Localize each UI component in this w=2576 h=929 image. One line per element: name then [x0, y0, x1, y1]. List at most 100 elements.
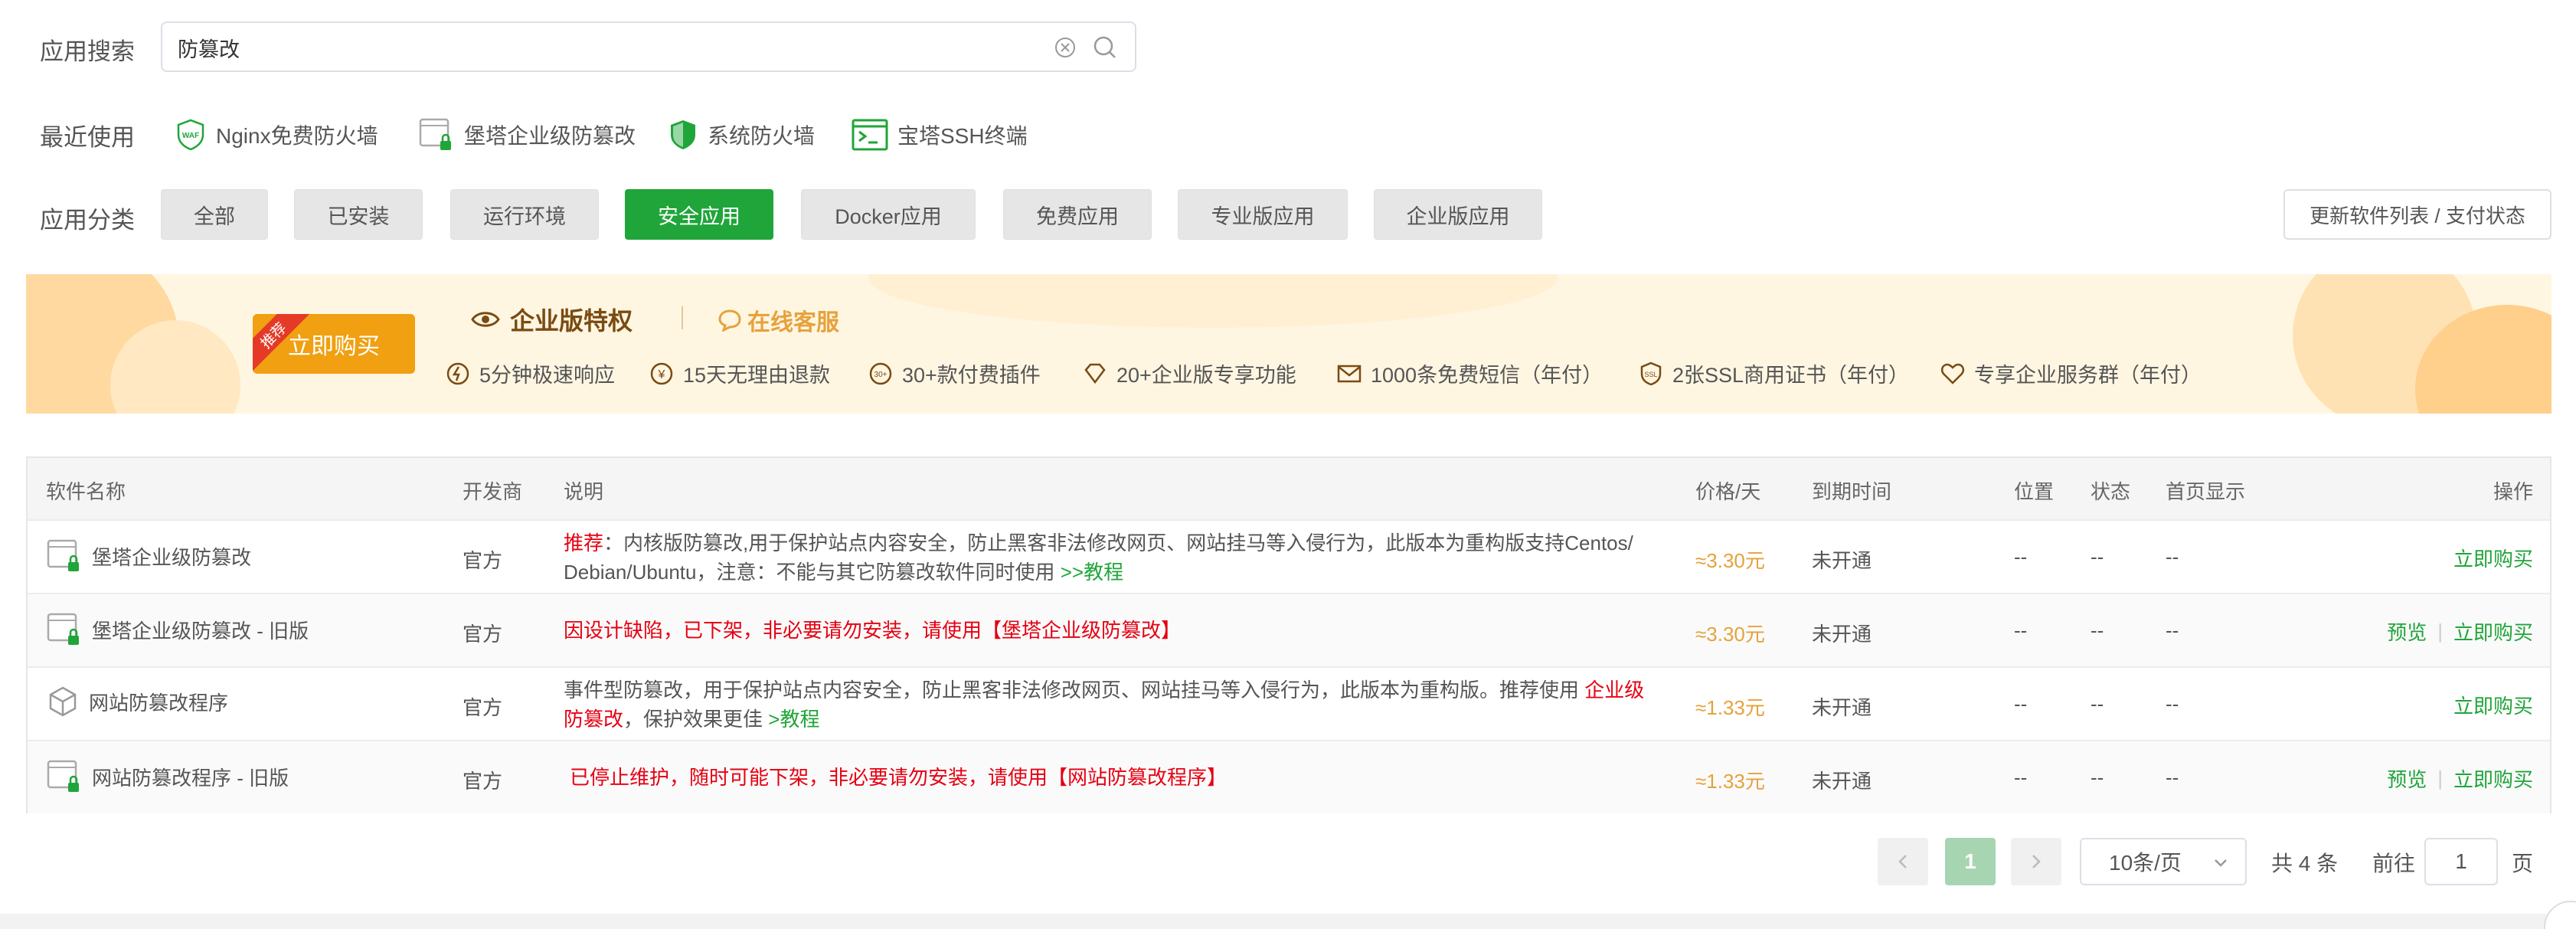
category-installed[interactable]: 已安装	[294, 189, 423, 240]
description: 已停止维护，随时可能下架，非必要请勿安装，请使用【网站防篡改程序】	[570, 766, 1228, 789]
lock-window-icon	[47, 613, 79, 645]
recent-item-label: 堡塔企业级防篡改	[464, 124, 636, 148]
category-security[interactable]: 安全应用	[625, 189, 773, 240]
enterprise-tamper-link[interactable]: 企业级	[1584, 679, 1644, 702]
buy-now-link[interactable]: 立即购买	[2453, 544, 2533, 572]
recent-item-system-firewall[interactable]: 系统防火墙	[668, 115, 815, 155]
tutorial-link[interactable]: >>教程	[1061, 561, 1123, 584]
page-size-select[interactable]: 10条/页	[2080, 838, 2247, 885]
category-free[interactable]: 免费应用	[1003, 189, 1152, 240]
software-name[interactable]: 网站防篡改程序 - 旧版	[46, 758, 289, 795]
feature-label: 20+企业版专享功能	[1116, 364, 1296, 387]
description-text: Debian/Ubuntu，注意：不能与其它防篡改软件同时使用	[564, 561, 1055, 584]
developer: 官方	[463, 549, 503, 572]
operation-separator: |	[2437, 767, 2443, 790]
waf-shield-icon: WAF	[177, 119, 204, 151]
category-enterprise[interactable]: 企业版应用	[1374, 189, 1542, 240]
feature-label: 2张SSL商用证书（年付）	[1672, 364, 1910, 387]
status: --	[2091, 766, 2104, 789]
floating-corner-widget[interactable]	[2544, 901, 2576, 929]
category-pro[interactable]: 专业版应用	[1178, 189, 1348, 240]
clear-icon[interactable]	[1054, 36, 1077, 59]
header-position: 位置	[2014, 480, 2055, 503]
total-count: 共 4 条	[2271, 852, 2339, 875]
fast-response-icon	[446, 362, 469, 384]
svg-text:WAF: WAF	[182, 132, 199, 140]
plugins-icon: 30+	[869, 362, 892, 384]
page-number-current[interactable]: 1	[1945, 838, 1996, 885]
feature-item: 专享企业服务群（年付）	[1939, 358, 2202, 388]
expire-time: 未开通	[1812, 770, 1872, 793]
category-runtime[interactable]: 运行环境	[450, 189, 599, 240]
operation-separator: |	[2437, 620, 2443, 643]
chat-icon	[718, 309, 741, 332]
position: --	[2014, 619, 2028, 642]
prev-page-button[interactable]	[1878, 838, 1928, 885]
search-icon[interactable]	[1092, 34, 1118, 61]
shield-icon	[671, 120, 695, 149]
homepage-display: --	[2166, 766, 2179, 789]
feature-label: 1000条免费短信（年付）	[1371, 364, 1603, 387]
header-operation: 操作	[2493, 480, 2533, 503]
status: --	[2091, 619, 2104, 642]
chevron-right-icon	[2032, 855, 2041, 868]
preview-link[interactable]: 预览	[2387, 617, 2427, 646]
recent-item-tamper-enterprise[interactable]: 堡塔企业级防篡改	[418, 115, 636, 155]
recent-item-nginx-waf[interactable]: WAF Nginx免费防火墙	[175, 115, 378, 155]
buy-now-link[interactable]: 立即购买	[2453, 691, 2533, 719]
homepage-display: --	[2166, 545, 2179, 568]
search-label: 应用搜索	[40, 38, 135, 65]
page-size-value: 10条/页	[2109, 851, 2182, 875]
search-input[interactable]	[178, 31, 1020, 64]
enterprise-title-text: 企业版特权	[510, 307, 633, 335]
recommend-tag: 推荐	[564, 532, 604, 554]
developer: 官方	[463, 623, 503, 646]
feature-label: 15天无理由退款	[683, 364, 831, 387]
software-table: 软件名称 开发商 说明 价格/天 到期时间 位置 状态 首页显示 操作 堡塔企业…	[26, 456, 2551, 813]
diamond-icon	[1084, 363, 1106, 384]
recent-item-label: 宝塔SSH终端	[897, 124, 1028, 148]
description-colon: ：	[603, 532, 624, 554]
expire-time: 未开通	[1812, 549, 1872, 572]
feature-item: 20+企业版专享功能	[1081, 358, 1296, 388]
buy-now-link[interactable]: 立即购买	[2453, 617, 2533, 646]
status: --	[2091, 692, 2104, 715]
feature-item: 30+ 30+款付费插件	[867, 358, 1041, 388]
description: 事件型防篡改，用于保护站点内容安全，防止黑客非法修改网页、网站挂马等入侵行为，此…	[564, 675, 1697, 734]
preview-link[interactable]: 预览	[2387, 764, 2427, 793]
header-price: 价格/天	[1695, 480, 1761, 503]
category-all[interactable]: 全部	[161, 189, 268, 240]
online-service-label: 在线客服	[747, 310, 839, 335]
software-name[interactable]: 堡塔企业级防篡改	[46, 538, 251, 574]
software-name[interactable]: 堡塔企业级防篡改 - 旧版	[46, 611, 309, 648]
buy-now-label: 立即购买	[288, 334, 380, 359]
feature-label: 专享企业服务群（年付）	[1974, 364, 2202, 387]
enterprise-title: 企业版特权	[470, 302, 633, 337]
table-row: 堡塔企业级防篡改 - 旧版 官方 因设计缺陷，已下架，非必要请勿安装，请使用【堡…	[28, 593, 2550, 666]
svg-text:30+: 30+	[874, 371, 888, 379]
table-row: 网站防篡改程序 官方 事件型防篡改，用于保护站点内容安全，防止黑客非法修改网页、…	[28, 666, 2550, 740]
refresh-list-button[interactable]: 更新软件列表 / 支付状态	[2283, 189, 2551, 240]
position: --	[2014, 692, 2028, 715]
mail-icon	[1337, 365, 1362, 382]
recent-item-ssh-terminal[interactable]: 宝塔SSH终端	[852, 115, 1028, 155]
search-box[interactable]	[161, 21, 1136, 72]
buy-now-button[interactable]: 推荐 立即购买	[253, 314, 415, 374]
position: --	[2014, 545, 2028, 568]
tutorial-link[interactable]: >教程	[768, 708, 819, 731]
banner-decoration	[868, 274, 1558, 328]
eye-icon	[471, 312, 500, 327]
description: 因设计缺陷，已下架，非必要请勿安装，请使用【堡塔企业级防篡改】	[564, 619, 1182, 642]
category-docker[interactable]: Docker应用	[801, 189, 976, 240]
online-service-link[interactable]: 在线客服	[717, 303, 839, 337]
buy-now-link[interactable]: 立即购买	[2453, 764, 2533, 793]
enterprise-tamper-link[interactable]: 防篡改	[564, 708, 623, 731]
chevron-down-icon	[2215, 859, 2227, 867]
operations: 预览 | 立即购买	[2387, 764, 2533, 793]
software-name[interactable]: 网站防篡改程序	[46, 685, 228, 718]
next-page-button[interactable]	[2011, 838, 2061, 885]
goto-page-input[interactable]	[2424, 838, 2498, 885]
price: ≈3.30元	[1695, 623, 1765, 646]
description-text: ，保护效果更佳	[623, 708, 763, 731]
banner-divider	[682, 306, 683, 329]
